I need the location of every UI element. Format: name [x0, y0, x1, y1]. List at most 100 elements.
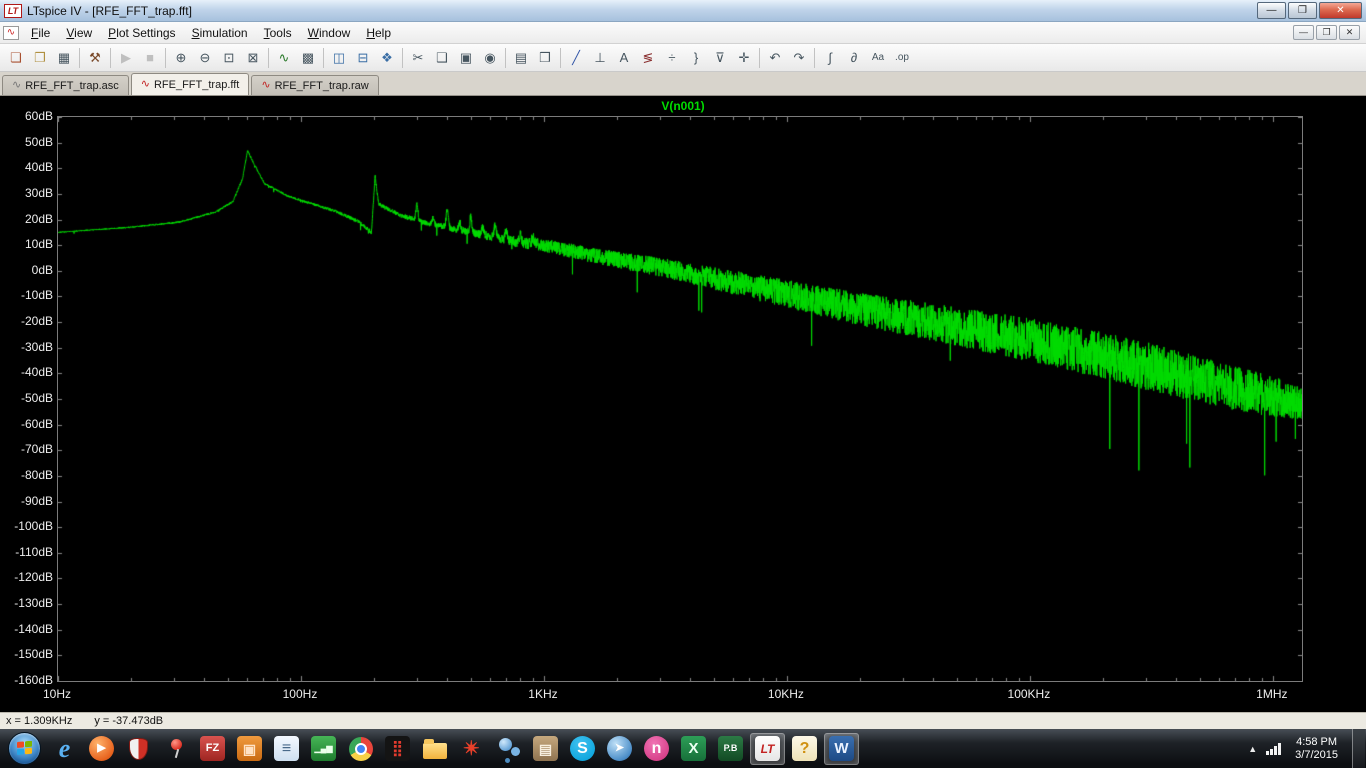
taskbar-notes[interactable]: ≡ [269, 733, 304, 765]
draw-wire-button[interactable]: ╱ [564, 47, 588, 69]
schematic-icon: ∿ [12, 79, 22, 91]
taskbar-skype[interactable]: S [565, 733, 600, 765]
run-button[interactable]: ▶ [114, 47, 138, 69]
component-button[interactable]: ⊽ [708, 47, 732, 69]
rotate-button[interactable]: ∂ [842, 47, 866, 69]
taskbar-ltspice[interactable]: LT [750, 732, 785, 765]
x-axis-tick-label: 100Hz [282, 687, 318, 701]
menu-file[interactable]: File [23, 24, 58, 42]
taskbar-icons: e ▶ FZ ▣ ≡ ▁▄▆ ⣿ ✴ ▤ S ➤ n X P.B LT? W [46, 732, 860, 765]
plot-canvas[interactable] [58, 117, 1302, 681]
taskbar-file-explorer[interactable] [417, 733, 452, 765]
spice-directive-button[interactable]: .op [890, 47, 914, 69]
taskbar-powerbuilder[interactable]: P.B [713, 733, 748, 765]
taskbar-utility-orange[interactable]: ▣ [232, 733, 267, 765]
system-tray: ▲ 4:58 PM 3/7/2015 [1248, 729, 1366, 768]
filezilla-icon: FZ [200, 736, 225, 761]
tab-rfe_fft_trap.fft[interactable]: ∿ RFE_FFT_trap.fft [130, 73, 250, 95]
move-button[interactable]: ✛ [732, 47, 756, 69]
taskbar-nexus-pink[interactable]: n [639, 733, 674, 765]
menu-view[interactable]: View [58, 24, 100, 42]
tab-label: RFE_FFT_trap.fft [153, 78, 240, 91]
plot-area[interactable] [57, 116, 1303, 682]
mdi-restore-button[interactable]: ❐ [1316, 25, 1337, 40]
taskbar-red-star[interactable]: ✴ [454, 733, 489, 765]
network-icon[interactable] [1266, 742, 1282, 755]
taskbar-internet-explorer[interactable]: e [47, 733, 82, 765]
taskbar-media-player[interactable]: ▶ [84, 733, 119, 765]
taskbar-antivirus-shield[interactable] [121, 733, 156, 765]
cut-button[interactable]: ✂ [406, 47, 430, 69]
undo-button[interactable]: ↶ [763, 47, 787, 69]
zoom-in-button[interactable]: ⊕ [169, 47, 193, 69]
capacitor-button[interactable]: ÷ [660, 47, 684, 69]
y-axis-tick-label: -20dB [20, 314, 53, 329]
mdi-minimize-button[interactable]: — [1293, 25, 1314, 40]
menu-plot-settings[interactable]: Plot Settings [100, 24, 183, 42]
zoom-out-button[interactable]: ⊖ [193, 47, 217, 69]
menu-window[interactable]: Window [300, 24, 359, 42]
toolbar-separator [268, 47, 269, 68]
restore-button[interactable]: ❐ [1288, 2, 1317, 19]
trace-name-label[interactable]: V(n001) [0, 99, 1366, 113]
toolbar-separator [110, 47, 111, 68]
net-label-button[interactable]: A [612, 47, 636, 69]
taskbar-word[interactable]: W [824, 732, 859, 765]
tab-rfe_fft_trap.raw[interactable]: ∿ RFE_FFT_trap.raw [251, 75, 379, 95]
zoom-full-extents-button[interactable]: ⊠ [241, 47, 265, 69]
status-bar: x = 1.309KHz y = -37.473dB [0, 712, 1366, 729]
y-axis-tick-label: -130dB [14, 596, 53, 611]
show-desktop-button[interactable] [1352, 729, 1365, 768]
diode-button[interactable]: ≶ [636, 47, 660, 69]
find-button[interactable]: ◉ [478, 47, 502, 69]
mdi-close-button[interactable]: ✕ [1339, 25, 1360, 40]
powerbuilder-icon: P.B [718, 736, 743, 761]
taskbar-chrome[interactable] [343, 733, 378, 765]
tile-horizontally-button[interactable]: ⊟ [351, 47, 375, 69]
taskbar-dots-black[interactable]: ⣿ [380, 733, 415, 765]
grid-button[interactable]: ▩ [296, 47, 320, 69]
print-button[interactable]: ▤ [509, 47, 533, 69]
taskbar-bubbles-blue[interactable] [491, 733, 526, 765]
y-axis-tick-label: -100dB [14, 519, 53, 534]
taskbar-monitor-green[interactable]: ▁▄▆ [306, 733, 341, 765]
tile-vertically-button[interactable]: ◫ [327, 47, 351, 69]
open-button[interactable]: ❐ [28, 47, 52, 69]
halt-button[interactable]: ■ [138, 47, 162, 69]
red-star-icon: ✴ [463, 737, 480, 760]
zoom-area-button[interactable]: ⊡ [217, 47, 241, 69]
mirror-button[interactable]: ∫ [818, 47, 842, 69]
start-button[interactable] [8, 732, 41, 765]
control-panel-button[interactable]: ⚒ [83, 47, 107, 69]
taskbar-globe-pointer[interactable]: ➤ [602, 733, 637, 765]
copy-button[interactable]: ❑ [430, 47, 454, 69]
taskbar-archive-tan[interactable]: ▤ [528, 733, 563, 765]
clock[interactable]: 4:58 PM 3/7/2015 [1290, 736, 1343, 762]
paste-button[interactable]: ▣ [454, 47, 478, 69]
bubbles-blue-icon [497, 737, 521, 761]
taskbar-excel[interactable]: X [676, 733, 711, 765]
menu-items: File View Plot Settings Simulation Tools Wind… [23, 26, 399, 40]
autorange-y-axis-button[interactable]: ∿ [272, 47, 296, 69]
title-bar: LT LTspice IV - [RFE_FFT_trap.fft] — ❐ ✕ [0, 0, 1366, 22]
redo-button[interactable]: ↷ [787, 47, 811, 69]
toolbar: ❏ ❐ ▦ ⚒ ▶ ■ ⊕ ⊖ ⊡ ⊠ ∿ ▩ ◫ ⊟ ❖ ✂ ❑ ▣ ◉ ▤ ❒ ╱ ⊥ A ≶ ÷} ⊽ ✛ ↶ ↷ ∫ ∂ Aa .op [0, 44, 1366, 72]
show-hidden-icons-button[interactable]: ▲ [1248, 744, 1257, 754]
menu-tools[interactable]: Tools [256, 24, 300, 42]
close-button[interactable]: ✕ [1319, 2, 1362, 19]
taskbar-pushpin[interactable] [158, 733, 193, 765]
y-axis-tick-label: -70dB [20, 442, 53, 457]
taskbar-help[interactable]: ? [787, 733, 822, 765]
taskbar-filezilla[interactable]: FZ [195, 733, 230, 765]
inductor-button[interactable]: } [684, 47, 708, 69]
ground-button[interactable]: ⊥ [588, 47, 612, 69]
menu-help[interactable]: Help [358, 24, 399, 42]
tab-rfe_fft_trap.asc[interactable]: ∿ RFE_FFT_trap.asc [2, 75, 129, 95]
text-button[interactable]: Aa [866, 47, 890, 69]
save-button[interactable]: ▦ [52, 47, 76, 69]
print-preview-button[interactable]: ❒ [533, 47, 557, 69]
new-schematic-button[interactable]: ❏ [4, 47, 28, 69]
minimize-button[interactable]: — [1257, 2, 1286, 19]
cascade-windows-button[interactable]: ❖ [375, 47, 399, 69]
menu-simulation[interactable]: Simulation [184, 24, 256, 42]
